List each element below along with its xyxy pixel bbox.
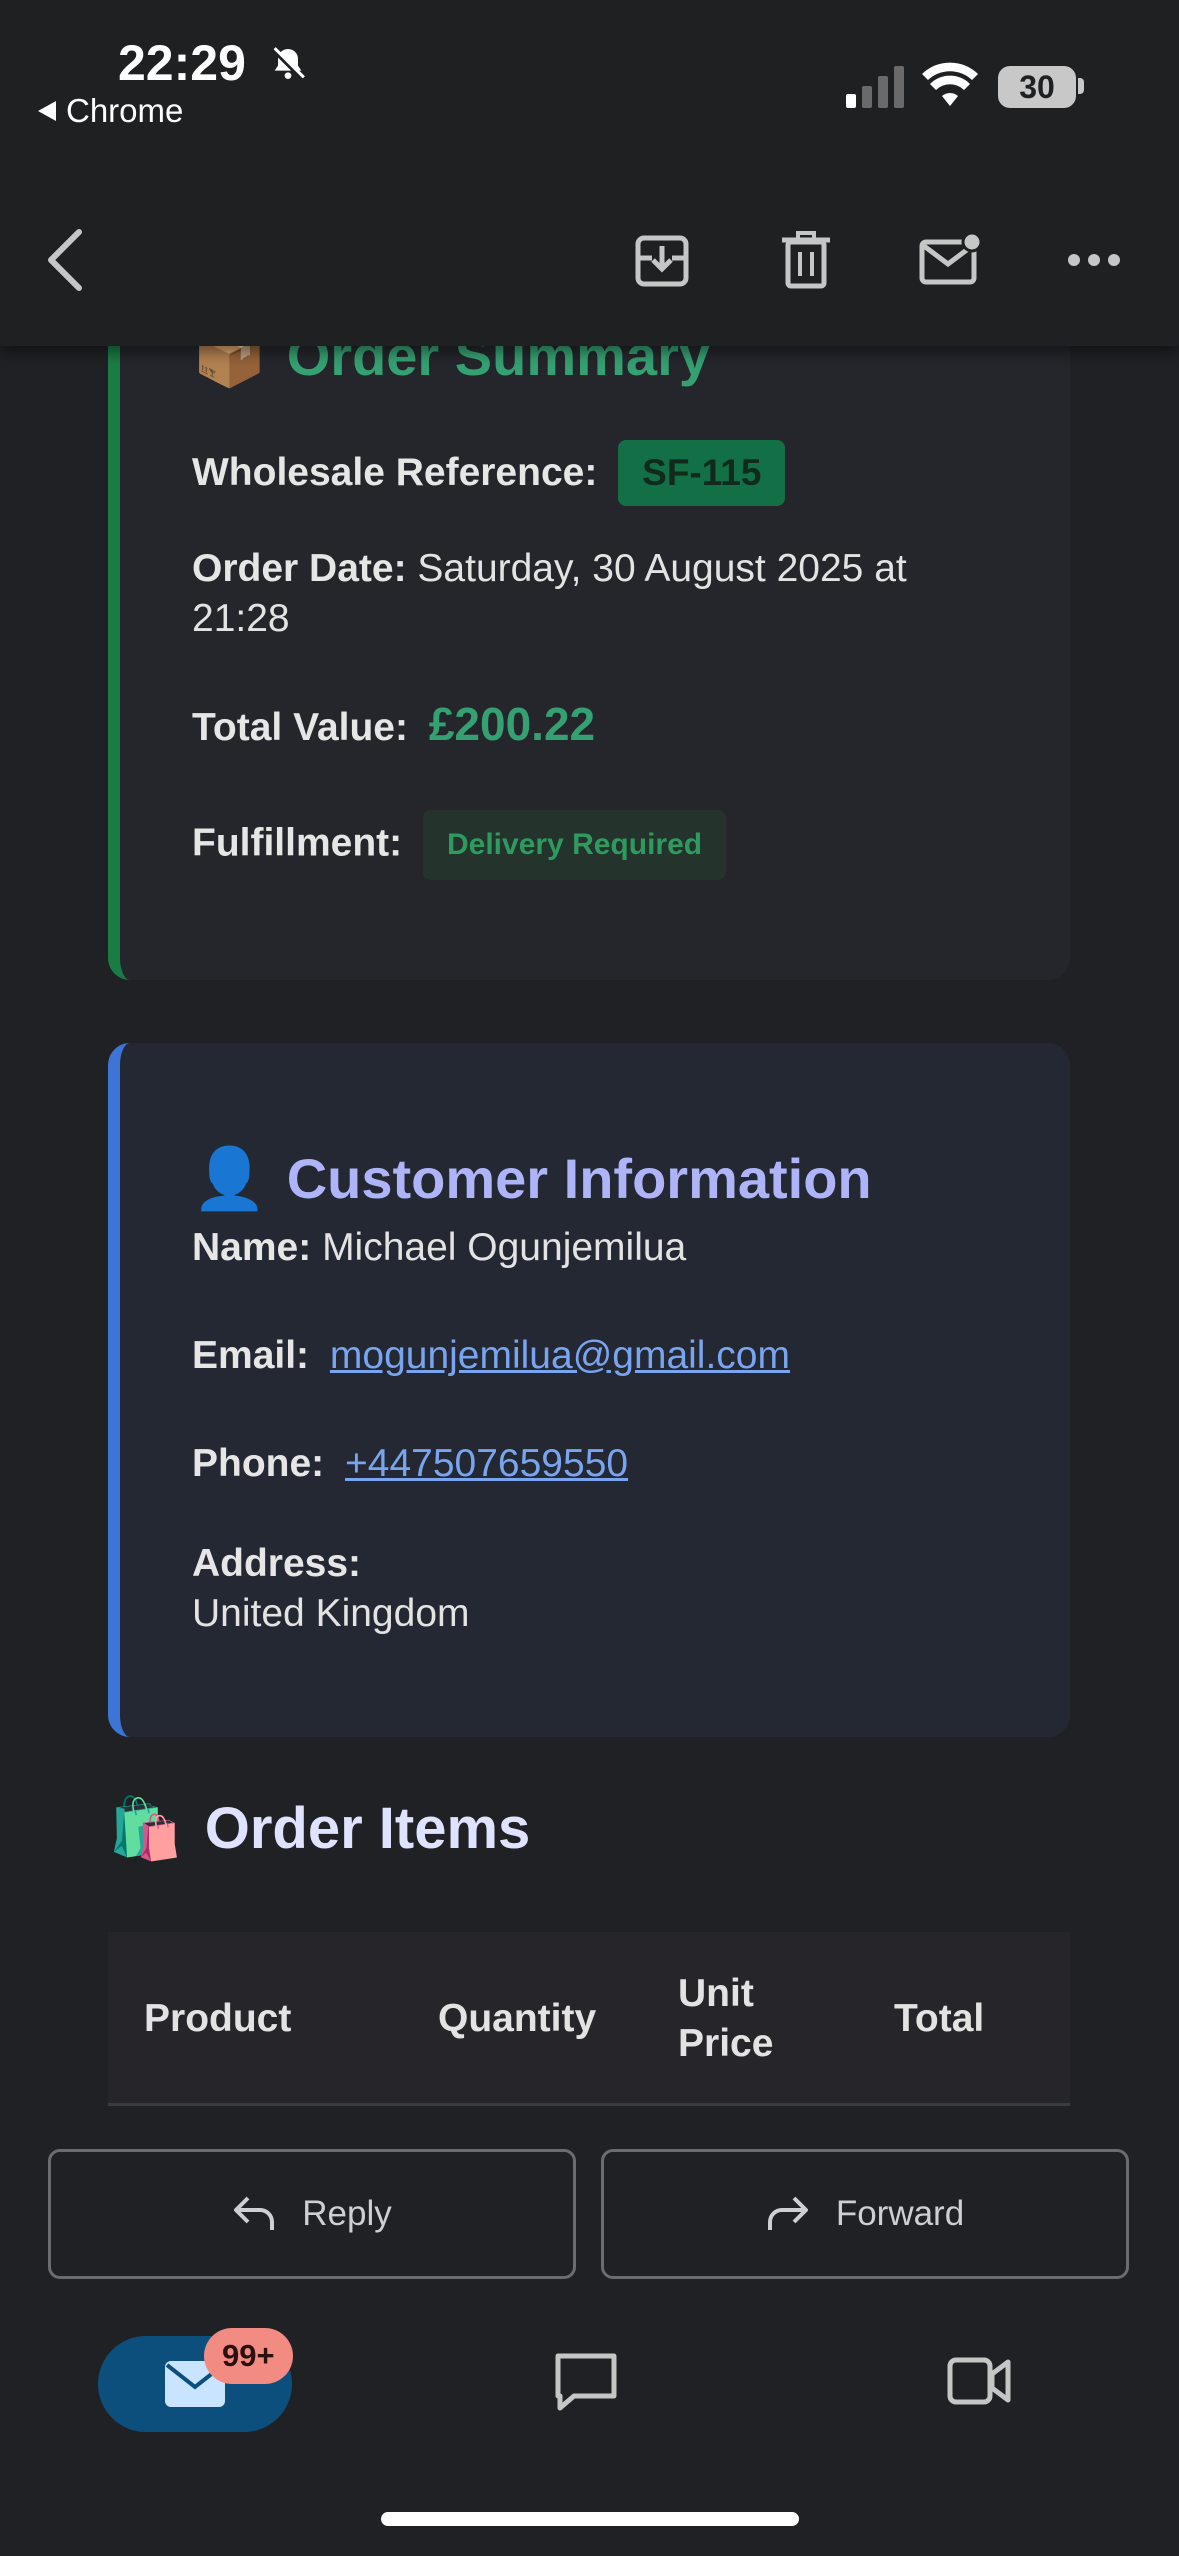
reply-icon xyxy=(234,2196,275,2230)
archive-icon[interactable] xyxy=(626,224,698,296)
fulfillment-badge: Delivery Required xyxy=(422,810,727,880)
total-value-row: Total Value: £200.22 xyxy=(192,699,595,753)
customer-address-value: United Kingdom xyxy=(192,1592,470,1635)
wholesale-reference-badge: SF-115 xyxy=(618,440,786,506)
customer-name-label: Name: xyxy=(192,1226,312,1269)
customer-info-heading: Customer Information xyxy=(286,1147,872,1210)
order-date-row: Order Date: Saturday, 30 August 2025 at xyxy=(192,544,907,594)
order-date-time: 21:28 xyxy=(192,597,290,640)
signal-icon xyxy=(846,64,904,113)
total-value-label: Total Value: xyxy=(192,706,408,749)
order-items-heading: Order Items xyxy=(204,1796,531,1861)
forward-icon xyxy=(767,2196,808,2230)
order-items-table-header: Product Quantity Unit Price Total xyxy=(108,1932,1070,2106)
person-icon: 👤 xyxy=(192,1144,267,1214)
customer-address-label-row: Address: xyxy=(192,1539,361,1589)
column-header-quantity: Quantity xyxy=(438,1997,597,2040)
column-header-unit-price: Unit Price xyxy=(678,1972,774,2065)
back-arrow-icon[interactable] xyxy=(30,224,102,296)
mail-unread-badge: 99+ xyxy=(204,2328,293,2384)
trash-icon[interactable] xyxy=(770,224,842,296)
order-summary-card: 📦 Order Summary Wholesale Reference: SF-… xyxy=(108,240,1070,980)
customer-phone-row: Phone: +447507659550 xyxy=(192,1439,628,1489)
customer-email-row: Email: mogunjemilua@gmail.com xyxy=(192,1331,790,1381)
meet-video-icon[interactable] xyxy=(946,2352,1012,2413)
back-to-app[interactable]: Chrome xyxy=(38,92,183,130)
reply-forward-bar: Reply Forward xyxy=(0,2124,1179,2296)
more-options-icon[interactable] xyxy=(1058,224,1130,296)
customer-email-label: Email: xyxy=(192,1334,310,1377)
battery-icon: 30 xyxy=(998,66,1076,108)
battery-tip xyxy=(1078,78,1084,94)
wholesale-reference-row: Wholesale Reference: SF-115 xyxy=(192,440,786,506)
fulfillment-label: Fulfillment: xyxy=(192,821,403,865)
customer-phone-label: Phone: xyxy=(192,1442,325,1485)
column-header-product: Product xyxy=(144,1997,292,2040)
wholesale-reference-label: Wholesale Reference: xyxy=(192,451,598,494)
column-header-total: Total xyxy=(894,1997,985,2040)
mark-unread-icon[interactable] xyxy=(914,224,986,296)
customer-address-row: United Kingdom xyxy=(192,1589,470,1639)
customer-info-title: 👤 Customer Information xyxy=(192,1143,872,1214)
home-indicator[interactable] xyxy=(381,2512,799,2526)
fulfillment-row: Fulfillment: Delivery Required xyxy=(192,810,727,880)
chat-icon[interactable] xyxy=(552,2350,620,2419)
back-triangle-icon xyxy=(38,101,56,121)
order-items-title: 🛍️ Order Items xyxy=(108,1793,530,1864)
order-date-row-cont: 21:28 xyxy=(192,594,290,644)
order-date-label: Order Date: xyxy=(192,547,407,590)
customer-email-link[interactable]: mogunjemilua@gmail.com xyxy=(330,1334,790,1377)
top-bar: 22:29 Chrome 30 xyxy=(0,0,1179,346)
reply-label: Reply xyxy=(302,2194,392,2233)
forward-button[interactable]: Forward xyxy=(601,2149,1129,2279)
customer-name-value: Michael Ogunjemilua xyxy=(322,1226,687,1269)
total-value-amount: £200.22 xyxy=(428,698,596,750)
status-time: 22:29 xyxy=(118,35,246,91)
shopping-bags-icon: 🛍️ xyxy=(108,1794,183,1864)
customer-phone-link[interactable]: +447507659550 xyxy=(345,1442,628,1485)
back-app-label: Chrome xyxy=(66,92,184,129)
customer-info-card: 👤 Customer Information Name: Michael Ogu… xyxy=(108,1043,1070,1737)
bell-off-icon xyxy=(268,44,308,89)
order-date-value: Saturday, 30 August 2025 at xyxy=(417,547,907,590)
customer-name-row: Name: Michael Ogunjemilua xyxy=(192,1223,686,1273)
forward-label: Forward xyxy=(835,2194,965,2233)
customer-address-label: Address: xyxy=(192,1542,362,1585)
wifi-icon xyxy=(922,62,978,111)
reply-button[interactable]: Reply xyxy=(48,2149,576,2279)
